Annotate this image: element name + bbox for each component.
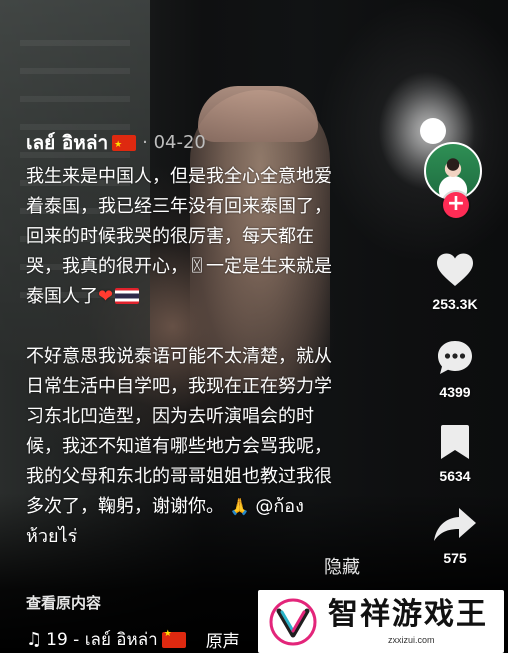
author-name[interactable]: เลย์ อิหล่า	[26, 130, 108, 156]
music-note-icon: ♫	[26, 629, 43, 650]
favorite-count: 5634	[439, 468, 471, 484]
post-date: · 04-20	[142, 132, 206, 153]
heart-icon[interactable]	[435, 252, 475, 288]
author-row: เลย์ อิหล่า · 04-20	[26, 130, 396, 158]
bookmark-icon[interactable]	[439, 422, 471, 462]
caption-paragraph-1: 我生来是中国人，但是我全心全意地爱 着泰国，我已经三年没有回来泰国了， 回来的时…	[26, 162, 396, 312]
original-sound-label[interactable]: 原声	[206, 627, 240, 652]
caption-paragraph-1-text: 我生来是中国人，但是我全心全意地爱 着泰国，我已经三年没有回来泰国了， 回来的时…	[26, 166, 332, 307]
watermark-logo-icon	[268, 597, 318, 647]
like-count: 253.3K	[432, 296, 478, 312]
plus-icon: +	[446, 191, 466, 216]
comment-action[interactable]: 4399	[420, 336, 490, 400]
share-action[interactable]: 575	[420, 502, 490, 566]
street-lamp	[420, 118, 446, 144]
caption-paragraph-2: 不好意思我说泰语可能不太清楚，就从 日常生活中自学吧，我现在正在努力学 习东北凹…	[26, 342, 396, 552]
praying-hands-icon: 🙏	[229, 497, 250, 516]
caption-paragraph-2-text: 不好意思我说泰语可能不太清楚，就从 日常生活中自学吧，我现在正在努力学 习东北凹…	[26, 346, 332, 517]
favorite-action[interactable]: 5634	[420, 420, 490, 484]
watermark: 智祥游戏王 zxxizui.com	[258, 590, 504, 653]
watermark-text: 智祥游戏王 zxxizui.com	[328, 597, 488, 646]
music-track[interactable]: 19 - เลย์ อิหล่า	[46, 626, 158, 653]
music-china-flag-icon	[161, 629, 186, 648]
hide-caption-button[interactable]: 隐藏	[324, 553, 360, 579]
comment-count: 4399	[439, 384, 471, 400]
like-action[interactable]: 253.3K	[420, 248, 490, 312]
video-caption: เลย์ อิหล่า · 04-20 我生来是中国人，但是我全心全意地爱 着泰…	[26, 130, 396, 552]
thailand-flag-icon	[115, 288, 140, 304]
creator-avatar-wrap: +	[424, 142, 484, 218]
watermark-title: 智祥游戏王	[328, 597, 488, 632]
red-heart-icon: ❤	[98, 286, 114, 307]
share-icon[interactable]	[432, 504, 478, 544]
share-count: 575	[443, 550, 467, 566]
china-flag-icon	[112, 132, 137, 158]
watermark-url: zxxizui.com	[388, 635, 435, 645]
comment-icon[interactable]	[435, 338, 475, 378]
music-row[interactable]: ♫ 19 - เลย์ อิหล่า 原声	[26, 626, 240, 653]
follow-button[interactable]: +	[443, 192, 469, 218]
view-original-link[interactable]: 查看原内容	[26, 592, 101, 613]
